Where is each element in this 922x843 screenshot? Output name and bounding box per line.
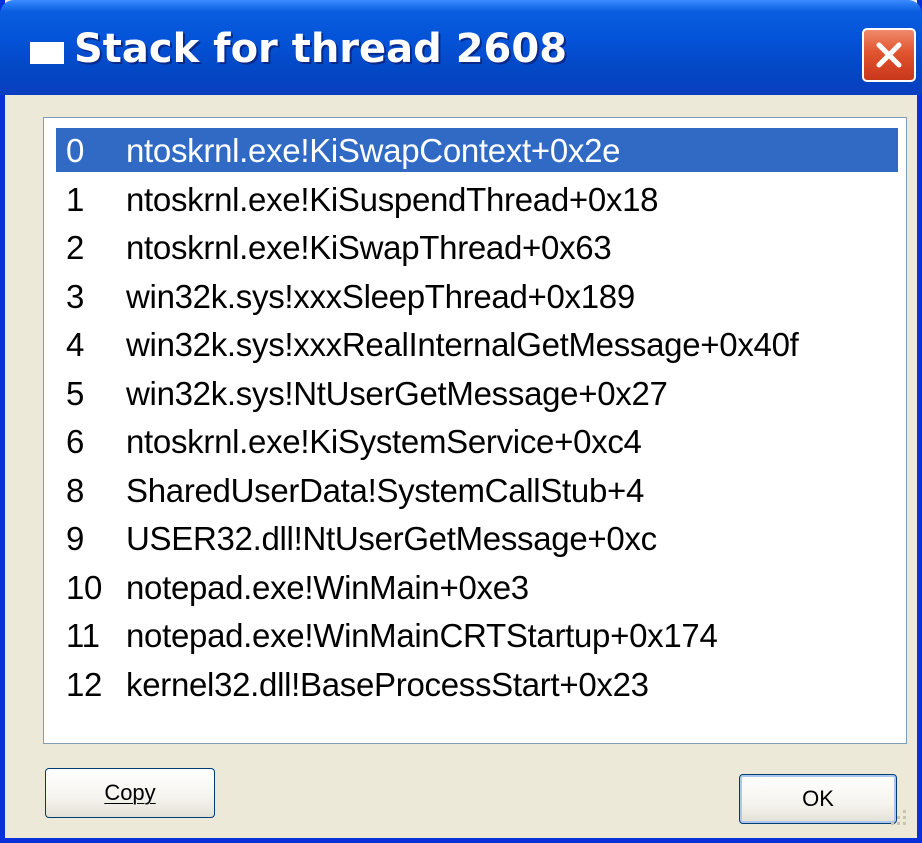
close-button[interactable] bbox=[862, 28, 916, 82]
frame-function: USER32.dll!NtUserGetMessage+0xc bbox=[126, 520, 657, 557]
ok-button[interactable]: OK bbox=[739, 774, 897, 824]
frame-index: 0 bbox=[66, 132, 85, 169]
frame-index: 6 bbox=[66, 423, 85, 460]
frame-index: 10 bbox=[66, 568, 103, 606]
frame-function: ntoskrnl.exe!KiSwapThread+0x63 bbox=[126, 229, 612, 266]
frame-index: 9 bbox=[66, 520, 85, 557]
frame-function: ntoskrnl.exe!KiSuspendThread+0x18 bbox=[126, 180, 659, 218]
resize-grip-icon[interactable] bbox=[883, 806, 909, 832]
stack-frame-row[interactable]: 0 ntoskrnl.exe!KiSwapContext+0x2e bbox=[56, 128, 898, 172]
stack-list[interactable]: 0 ntoskrnl.exe!KiSwapContext+0x2e 1 ntoskrn… bbox=[43, 117, 907, 744]
frame-function: SharedUserData!SystemCallStub+4 bbox=[126, 471, 645, 509]
frame-index: 3 bbox=[66, 277, 85, 315]
ok-button-label: OK bbox=[802, 786, 834, 811]
frame-index: 12 bbox=[66, 665, 103, 703]
frame-index: 5 bbox=[66, 374, 85, 412]
frame-index: 1 bbox=[66, 180, 85, 218]
frame-index: 11 bbox=[66, 617, 100, 654]
frame-function: notepad.exe!WinMainCRTStartup+0x174 bbox=[126, 617, 718, 654]
frame-function: win32k.sys!NtUserGetMessage+0x27 bbox=[126, 374, 668, 412]
frame-function: kernel32.dll!BaseProcessStart+0x23 bbox=[126, 665, 649, 703]
window-icon bbox=[30, 42, 64, 64]
frame-function: notepad.exe!WinMain+0xe3 bbox=[126, 568, 529, 606]
frame-function: win32k.sys!xxxSleepThread+0x189 bbox=[126, 277, 635, 315]
title-bar[interactable]: Stack for thread 2608 bbox=[0, 0, 922, 95]
copy-button[interactable]: Copy bbox=[45, 768, 215, 818]
frame-function: ntoskrnl.exe!KiSwapContext+0x2e bbox=[126, 132, 621, 169]
frame-index: 2 bbox=[66, 229, 85, 266]
frame-index: 8 bbox=[66, 471, 85, 509]
frame-index: 4 bbox=[66, 326, 85, 363]
close-icon bbox=[876, 42, 902, 68]
frame-function: win32k.sys!xxxRealInternalGetMessage+0x4… bbox=[126, 326, 799, 363]
stack-dialog: Stack for thread 2608 0 ntoskrnl.exe!KiSw… bbox=[0, 0, 922, 843]
frame-function: ntoskrnl.exe!KiSystemService+0xc4 bbox=[126, 423, 642, 460]
window-title: Stack for thread 2608 bbox=[74, 26, 568, 72]
copy-button-label: Copy bbox=[104, 780, 156, 805]
